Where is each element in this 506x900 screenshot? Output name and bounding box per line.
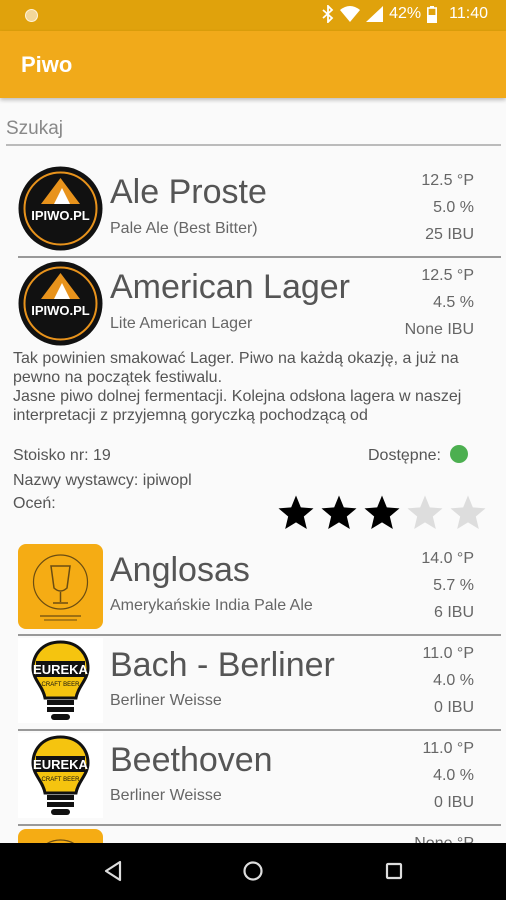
app-bar: Piwo	[0, 31, 506, 98]
beer-style: Pale Ale (Best Bitter)	[110, 220, 258, 237]
beer-style: Lite American Lager	[110, 315, 253, 332]
beer-plato: 12.5 °P	[421, 267, 474, 284]
beer-name: Bach - Berliner	[110, 646, 335, 684]
browar-logo	[18, 829, 103, 843]
ipiwo-logo: IPIWO.PL	[18, 166, 103, 251]
logo-subtext: CRAFT BEER	[42, 777, 81, 783]
available-label: Dostępne:	[368, 447, 441, 464]
navigation-bar	[0, 843, 506, 900]
beer-list-item[interactable]: Anglosas Amerykańskie India Pale Ale 14.…	[0, 541, 506, 635]
beer-ibu: 6 IBU	[433, 604, 474, 621]
beer-ibu: None IBU	[404, 321, 474, 338]
beer-list-item-expanded[interactable]: IPIWO.PL American Lager Lite American La…	[0, 258, 506, 348]
status-bar: 42% 11:40	[0, 0, 506, 31]
beer-abv: 5.7 %	[433, 577, 474, 594]
eureka-logo: EUREKA CRAFT BEER	[18, 638, 103, 723]
beer-plato: None °P	[414, 835, 474, 843]
beer-ibu: 0 IBU	[433, 794, 474, 811]
search-field[interactable]: Szukaj	[6, 112, 501, 146]
beer-plato: 12.5 °P	[421, 172, 474, 189]
beer-abv: 4.0 %	[433, 767, 474, 784]
app-title: Piwo	[21, 52, 73, 77]
logo-subtext: CRAFT BEER	[42, 682, 81, 688]
battery-percent: 42%	[389, 5, 422, 22]
logo-text: EUREKA	[33, 662, 89, 677]
beer-abv: 5.0 %	[433, 199, 474, 216]
exhibitor-name: Nazwy wystawcy: ipiwopl	[13, 472, 192, 489]
wifi-icon	[340, 6, 361, 22]
beer-plato: 11.0 °P	[422, 645, 474, 662]
beer-ibu: 25 IBU	[425, 226, 474, 243]
home-icon[interactable]	[238, 856, 268, 886]
availability-indicator	[450, 445, 468, 463]
beer-list-item[interactable]: EUREKA CRAFT BEER Beethoven Berliner Wei…	[0, 731, 506, 825]
status-icons: 42% 11:40	[322, 5, 488, 23]
beer-plato: 11.0 °P	[422, 740, 474, 757]
beer-list-item[interactable]: None °P	[0, 826, 506, 843]
star-empty-icon[interactable]	[405, 493, 445, 533]
browar-logo	[18, 544, 103, 629]
beer-style: Amerykańskie India Pale Ale	[110, 597, 313, 614]
beer-name: American Lager	[110, 268, 351, 306]
eureka-logo: EUREKA CRAFT BEER	[18, 733, 103, 818]
beer-plato: 14.0 °P	[421, 550, 474, 567]
beer-name: Beethoven	[110, 741, 273, 779]
ipiwo-logo: IPIWO.PL	[18, 261, 103, 346]
beer-list-item[interactable]: EUREKA CRAFT BEER Bach - Berliner Berlin…	[0, 636, 506, 730]
star-filled-icon[interactable]	[319, 493, 359, 533]
rating-stars[interactable]	[276, 493, 488, 533]
beer-description: Tak powinien smakować Lager. Piwo na każ…	[13, 350, 462, 424]
beer-style: Berliner Weisse	[110, 692, 222, 709]
bluetooth-icon	[322, 5, 334, 23]
logo-text: EUREKA	[33, 757, 89, 772]
signal-icon	[366, 6, 384, 22]
rate-label: Oceń:	[13, 495, 56, 512]
notification-icon	[25, 9, 38, 22]
star-filled-icon[interactable]	[276, 493, 316, 533]
recents-icon[interactable]	[379, 856, 409, 886]
beer-name: Ale Proste	[110, 173, 267, 211]
logo-text: IPIWO.PL	[31, 303, 90, 318]
star-empty-icon[interactable]	[448, 493, 488, 533]
clock: 11:40	[449, 5, 488, 22]
beer-name: Anglosas	[110, 551, 250, 589]
logo-text: IPIWO.PL	[31, 208, 90, 223]
search-placeholder: Szukaj	[6, 118, 64, 139]
beer-list-item[interactable]: IPIWO.PL Ale Proste Pale Ale (Best Bitte…	[0, 163, 506, 257]
beer-style: Berliner Weisse	[110, 787, 222, 804]
stand-number: Stoisko nr: 19	[13, 447, 111, 464]
star-filled-icon[interactable]	[362, 493, 402, 533]
beer-ibu: 0 IBU	[433, 699, 474, 716]
beer-abv: 4.0 %	[433, 672, 474, 689]
beer-abv: 4.5 %	[433, 294, 474, 311]
battery-icon	[427, 5, 438, 23]
back-icon[interactable]	[98, 856, 128, 886]
